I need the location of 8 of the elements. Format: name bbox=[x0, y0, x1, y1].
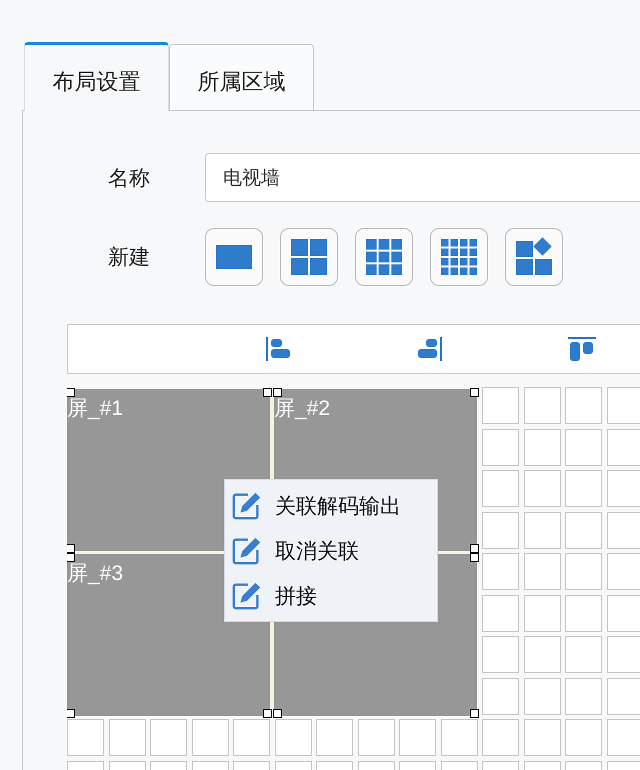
name-input[interactable]: 电视墙 bbox=[205, 153, 640, 202]
screen-label: 屏_#2 bbox=[274, 396, 330, 422]
field-label: 新建 bbox=[108, 245, 151, 271]
screen-label: 屏_#1 bbox=[67, 396, 124, 422]
tab[interactable]: 所属区域 bbox=[169, 44, 314, 110]
tab[interactable]: 布局设置 bbox=[24, 42, 169, 111]
screen-label: 屏_#3 bbox=[67, 561, 124, 587]
field-label: 名称 bbox=[108, 166, 151, 192]
